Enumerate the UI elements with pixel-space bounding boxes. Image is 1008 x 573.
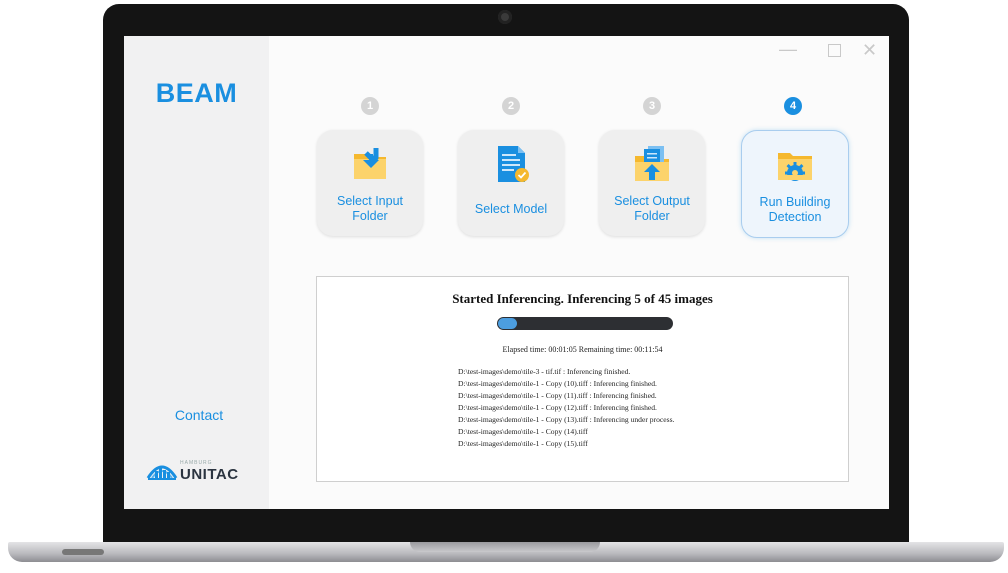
elapsed-time-text: Elapsed time: 00:01:05 Remaining time: 0… <box>502 345 663 354</box>
log-line: D:\test-images\demo\tile-1 - Copy (10).t… <box>458 379 657 388</box>
webcam-icon <box>498 10 512 24</box>
log-line: D:\test-images\demo\tile-3 - tif.tif : I… <box>458 367 631 376</box>
inference-status-heading: Started Inferencing. Inferencing 5 of 45… <box>452 291 713 306</box>
select-model-label: Select Model <box>474 202 548 216</box>
close-button[interactable]: ✕ <box>862 40 877 61</box>
progress-bar-fill <box>498 318 517 329</box>
sidebar: BEAM Contact HAMBURG UNITAC <box>124 36 269 509</box>
select-output-folder-button[interactable]: Select Output Folder <box>599 130 705 236</box>
step-number-3: 3 <box>643 97 661 115</box>
inference-log-list: D:\test-images\demo\tile-3 - tif.tif : I… <box>458 366 674 450</box>
laptop-port <box>62 549 104 555</box>
log-line: D:\test-images\demo\tile-1 - Copy (12).t… <box>458 403 657 412</box>
inference-log-panel: Started Inferencing. Inferencing 5 of 45… <box>316 276 849 482</box>
step-number-1: 1 <box>361 97 379 115</box>
maximize-button[interactable] <box>828 44 841 57</box>
folder-gear-icon <box>778 153 812 181</box>
run-building-detection-button[interactable]: Run Building Detection <box>741 130 849 238</box>
contact-link[interactable]: Contact <box>124 407 274 423</box>
log-line: D:\test-images\demo\tile-1 - Copy (11).t… <box>458 391 657 400</box>
step-number-2: 2 <box>502 97 520 115</box>
log-line: D:\test-images\demo\tile-1 - Copy (14).t… <box>458 427 588 436</box>
log-line: D:\test-images\demo\tile-1 - Copy (13).t… <box>458 415 675 424</box>
progress-bar <box>497 317 673 330</box>
select-output-folder-label: Select Output Folder <box>614 194 690 223</box>
app-window: BEAM Contact HAMBURG UNITAC — ✕ 1 2 3 4 <box>124 36 889 509</box>
unitac-logo-mark-icon <box>146 465 178 480</box>
laptop-base-notch <box>410 542 600 552</box>
minimize-button[interactable]: — <box>779 39 797 60</box>
select-input-folder-label: Select Input Folder <box>336 194 403 223</box>
select-model-button[interactable]: Select Model <box>458 130 564 236</box>
folder-export-icon <box>635 146 669 181</box>
log-line: D:\test-images\demo\tile-1 - Copy (15).t… <box>458 439 588 448</box>
logo-name: UNITAC <box>180 466 239 483</box>
folder-import-icon <box>354 148 386 179</box>
document-check-icon <box>498 146 529 182</box>
run-building-detection-label: Run Building Detection <box>759 195 831 224</box>
app-title: BEAM <box>155 78 238 108</box>
unitac-logo: HAMBURG UNITAC <box>146 458 246 486</box>
step-number-4: 4 <box>784 97 802 115</box>
select-input-folder-button[interactable]: Select Input Folder <box>317 130 423 236</box>
